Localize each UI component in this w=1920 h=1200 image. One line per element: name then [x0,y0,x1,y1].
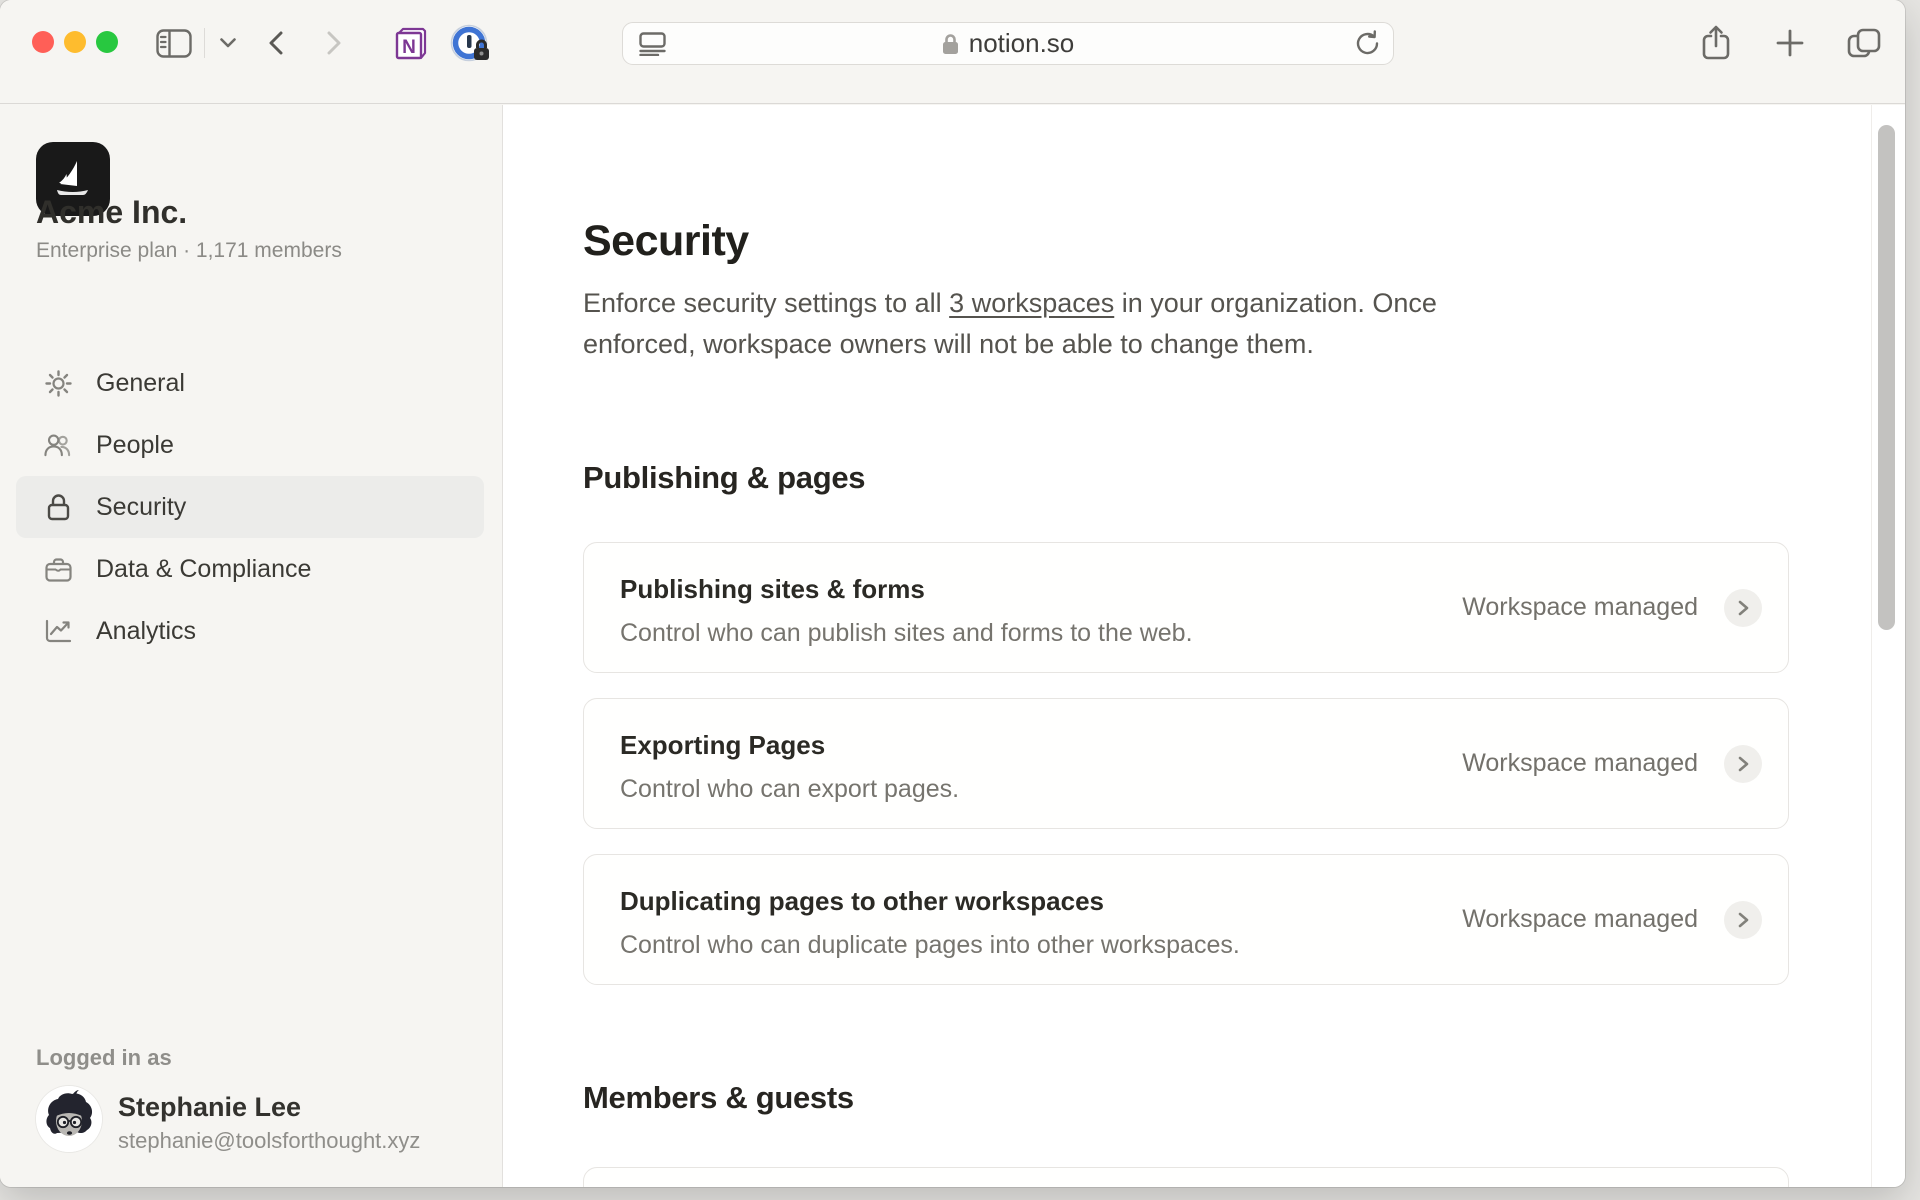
minimize-button[interactable] [64,31,86,53]
sidebar-item-label: Analytics [96,617,196,646]
card-exporting-pages[interactable]: Exporting Pages Control who can export p… [583,698,1789,829]
zoom-button[interactable] [96,31,118,53]
sidebar-item-general[interactable]: General [16,352,484,414]
chart-line-icon [44,619,72,643]
org-name: Acme Inc. [36,194,187,231]
sidebar-item-label: General [96,369,185,398]
user-email: stephanie@toolsforthought.xyz [118,1128,420,1154]
card-status: Workspace managed [1462,699,1698,828]
sidebar-toggle-icon [156,29,192,58]
refresh-icon [1354,30,1381,57]
refresh-button[interactable] [1354,30,1381,57]
card-title: Duplicating pages to other workspaces [620,886,1104,917]
tls-lock-icon [942,33,959,55]
address-bar[interactable]: notion.so [622,22,1394,65]
card-title: Publishing sites & forms [620,574,925,605]
browser-window: N [0,0,1905,1187]
tabs-overview-icon [1847,28,1881,58]
share-button[interactable] [1694,22,1738,64]
notion-extension-icon: N [391,25,429,63]
sidebar-control-group [150,22,245,64]
svg-text:N: N [402,37,416,58]
scrollbar-track-edge [1871,105,1872,1187]
card-status: Workspace managed [1462,855,1698,984]
briefcase-icon [44,557,72,582]
card-description: Control who can duplicate pages into oth… [620,931,1240,960]
sidebar-item-label: People [96,431,174,460]
share-icon [1701,24,1731,62]
workspaces-link[interactable]: 3 workspaces [949,288,1114,318]
onepassword-extension-button[interactable] [448,24,494,64]
org-plan: Enterprise plan · 1,171 members [36,239,342,263]
browser-toolbar: N [0,0,1905,104]
new-tab-button[interactable] [1768,22,1812,64]
card-description: Control who can export pages. [620,775,959,804]
card-duplicating-pages[interactable]: Duplicating pages to other workspaces Co… [583,854,1789,985]
sidebar-item-people[interactable]: People [16,414,484,476]
intro-paragraph: Enforce security settings to all 3 works… [583,283,1683,365]
intro-text-after-2: enforced, workspace owners will not be a… [583,329,1314,359]
chevron-down-icon [220,38,236,48]
chevron-right-icon [1738,912,1749,928]
intro-text-after-1: in your organization. Once [1114,288,1437,318]
tabs-overview-button[interactable] [1840,22,1888,64]
url-text: notion.so [969,28,1075,59]
card-description: Control who can publish sites and forms … [620,619,1193,648]
address-display: notion.so [623,28,1393,59]
avatar-illustration-icon [36,1086,102,1152]
chevron-right-icon [1738,756,1749,772]
sidebar-item-analytics[interactable]: Analytics [16,600,484,662]
card-partial[interactable] [583,1167,1789,1187]
sidebar-item-security[interactable]: Security [16,476,484,538]
lock-icon [44,493,72,521]
people-icon [44,433,72,457]
page-title: Security [583,217,749,266]
back-icon [269,31,283,55]
close-button[interactable] [32,31,54,53]
onepassword-extension-icon [450,24,492,64]
card-chevron-button[interactable] [1724,589,1762,627]
card-publishing-sites-forms[interactable]: Publishing sites & forms Control who can… [583,542,1789,673]
chevron-right-icon [1738,600,1749,616]
card-title: Exporting Pages [620,730,825,761]
toolbar-divider [204,28,205,58]
settings-sidebar: Acme Inc. Enterprise plan · 1,171 member… [0,105,503,1187]
sidebar-item-data-compliance[interactable]: Data & Compliance [16,538,484,600]
sidebar-nav: General People [16,352,484,662]
forward-icon [327,31,341,55]
plus-icon [1776,29,1804,57]
user-name: Stephanie Lee [118,1092,301,1123]
card-chevron-button[interactable] [1724,901,1762,939]
sidebar-item-label: Security [96,493,186,522]
forward-button[interactable] [314,24,354,62]
back-button[interactable] [256,24,296,62]
settings-content: Security Enforce security settings to al… [503,105,1905,1187]
section-heading-members: Members & guests [583,1080,854,1116]
user-avatar [36,1086,102,1152]
scrollbar-thumb[interactable] [1878,125,1895,630]
sidebar-toggle-button[interactable] [150,24,198,62]
card-status: Workspace managed [1462,543,1698,672]
sidebar-item-label: Data & Compliance [96,555,311,584]
intro-text-before: Enforce security settings to all [583,288,949,318]
section-heading-publishing: Publishing & pages [583,460,865,496]
card-chevron-button[interactable] [1724,745,1762,783]
gear-icon [44,370,72,397]
sidebar-dropdown-button[interactable] [211,24,245,62]
logged-in-as-label: Logged in as [36,1045,172,1071]
notion-extension-button[interactable]: N [388,24,432,64]
